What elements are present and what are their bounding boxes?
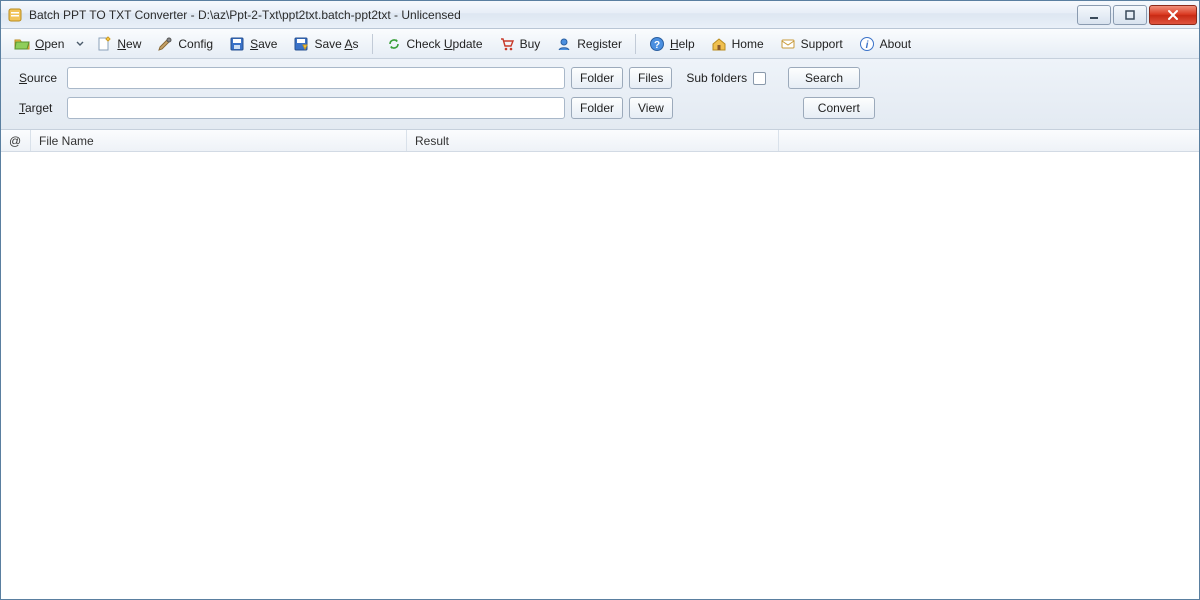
maximize-button[interactable] <box>1113 5 1147 25</box>
column-header-spacer <box>779 130 1199 151</box>
svg-text:i: i <box>865 40 868 51</box>
new-button[interactable]: New <box>89 32 148 56</box>
toolbar: Open New Config Save Save As Check Updat… <box>1 29 1199 59</box>
save-label: Save <box>250 37 277 51</box>
new-file-icon <box>96 36 112 52</box>
open-button[interactable]: Open <box>7 32 71 56</box>
save-button[interactable]: Save <box>222 32 284 56</box>
config-icon <box>157 36 173 52</box>
support-icon <box>780 36 796 52</box>
column-header-result[interactable]: Result <box>407 130 779 151</box>
about-button[interactable]: i About <box>852 32 918 56</box>
column-header-filename[interactable]: File Name <box>31 130 407 151</box>
open-label: Open <box>35 37 64 51</box>
column-header-at[interactable]: @ <box>1 130 31 151</box>
source-input[interactable] <box>67 67 565 89</box>
save-as-button[interactable]: Save As <box>286 32 365 56</box>
subfolders-option: Sub folders <box>686 71 766 85</box>
folder-open-icon <box>14 36 30 52</box>
table-header: @ File Name Result <box>1 130 1199 152</box>
cart-icon <box>499 36 515 52</box>
info-icon: i <box>859 36 875 52</box>
titlebar: Batch PPT TO TXT Converter - D:\az\Ppt-2… <box>1 1 1199 29</box>
refresh-icon <box>386 36 402 52</box>
chevron-down-icon <box>76 40 84 48</box>
toolbar-separator <box>635 34 636 54</box>
search-button[interactable]: Search <box>788 67 860 89</box>
check-update-label: Check Update <box>407 37 483 51</box>
home-label: Home <box>732 37 764 51</box>
save-icon <box>229 36 245 52</box>
subfolders-label: Sub folders <box>686 71 747 85</box>
close-button[interactable] <box>1149 5 1197 25</box>
buy-label: Buy <box>520 37 541 51</box>
home-button[interactable]: Home <box>704 32 771 56</box>
window-controls <box>1077 5 1197 25</box>
svg-text:?: ? <box>654 40 660 51</box>
register-label: Register <box>577 37 622 51</box>
save-as-label: Save As <box>314 37 358 51</box>
toolbar-separator <box>372 34 373 54</box>
source-files-button[interactable]: Files <box>629 67 672 89</box>
subfolders-checkbox[interactable] <box>753 72 766 85</box>
app-icon <box>7 7 23 23</box>
io-panel: Source Folder Files Sub folders Search T… <box>1 59 1199 130</box>
help-button[interactable]: ? Help <box>642 32 702 56</box>
register-icon <box>556 36 572 52</box>
table-body[interactable] <box>1 152 1199 599</box>
target-input[interactable] <box>67 97 565 119</box>
target-view-button[interactable]: View <box>629 97 673 119</box>
target-label: Target <box>19 101 61 115</box>
convert-button[interactable]: Convert <box>803 97 875 119</box>
source-row: Source Folder Files Sub folders Search <box>19 65 1181 91</box>
support-label: Support <box>801 37 843 51</box>
minimize-button[interactable] <box>1077 5 1111 25</box>
about-label: About <box>880 37 911 51</box>
target-row: Target Folder View Convert <box>19 95 1181 121</box>
home-icon <box>711 36 727 52</box>
target-folder-button[interactable]: Folder <box>571 97 623 119</box>
source-folder-button[interactable]: Folder <box>571 67 623 89</box>
open-dropdown[interactable] <box>73 32 87 56</box>
window-title: Batch PPT TO TXT Converter - D:\az\Ppt-2… <box>29 8 461 22</box>
new-label: New <box>117 37 141 51</box>
check-update-button[interactable]: Check Update <box>379 32 490 56</box>
config-label: Config <box>178 37 213 51</box>
config-button[interactable]: Config <box>150 32 220 56</box>
results-table: @ File Name Result <box>1 130 1199 599</box>
buy-button[interactable]: Buy <box>492 32 548 56</box>
help-icon: ? <box>649 36 665 52</box>
save-as-icon <box>293 36 309 52</box>
register-button[interactable]: Register <box>549 32 629 56</box>
support-button[interactable]: Support <box>773 32 850 56</box>
help-label: Help <box>670 37 695 51</box>
source-label: Source <box>19 71 61 85</box>
